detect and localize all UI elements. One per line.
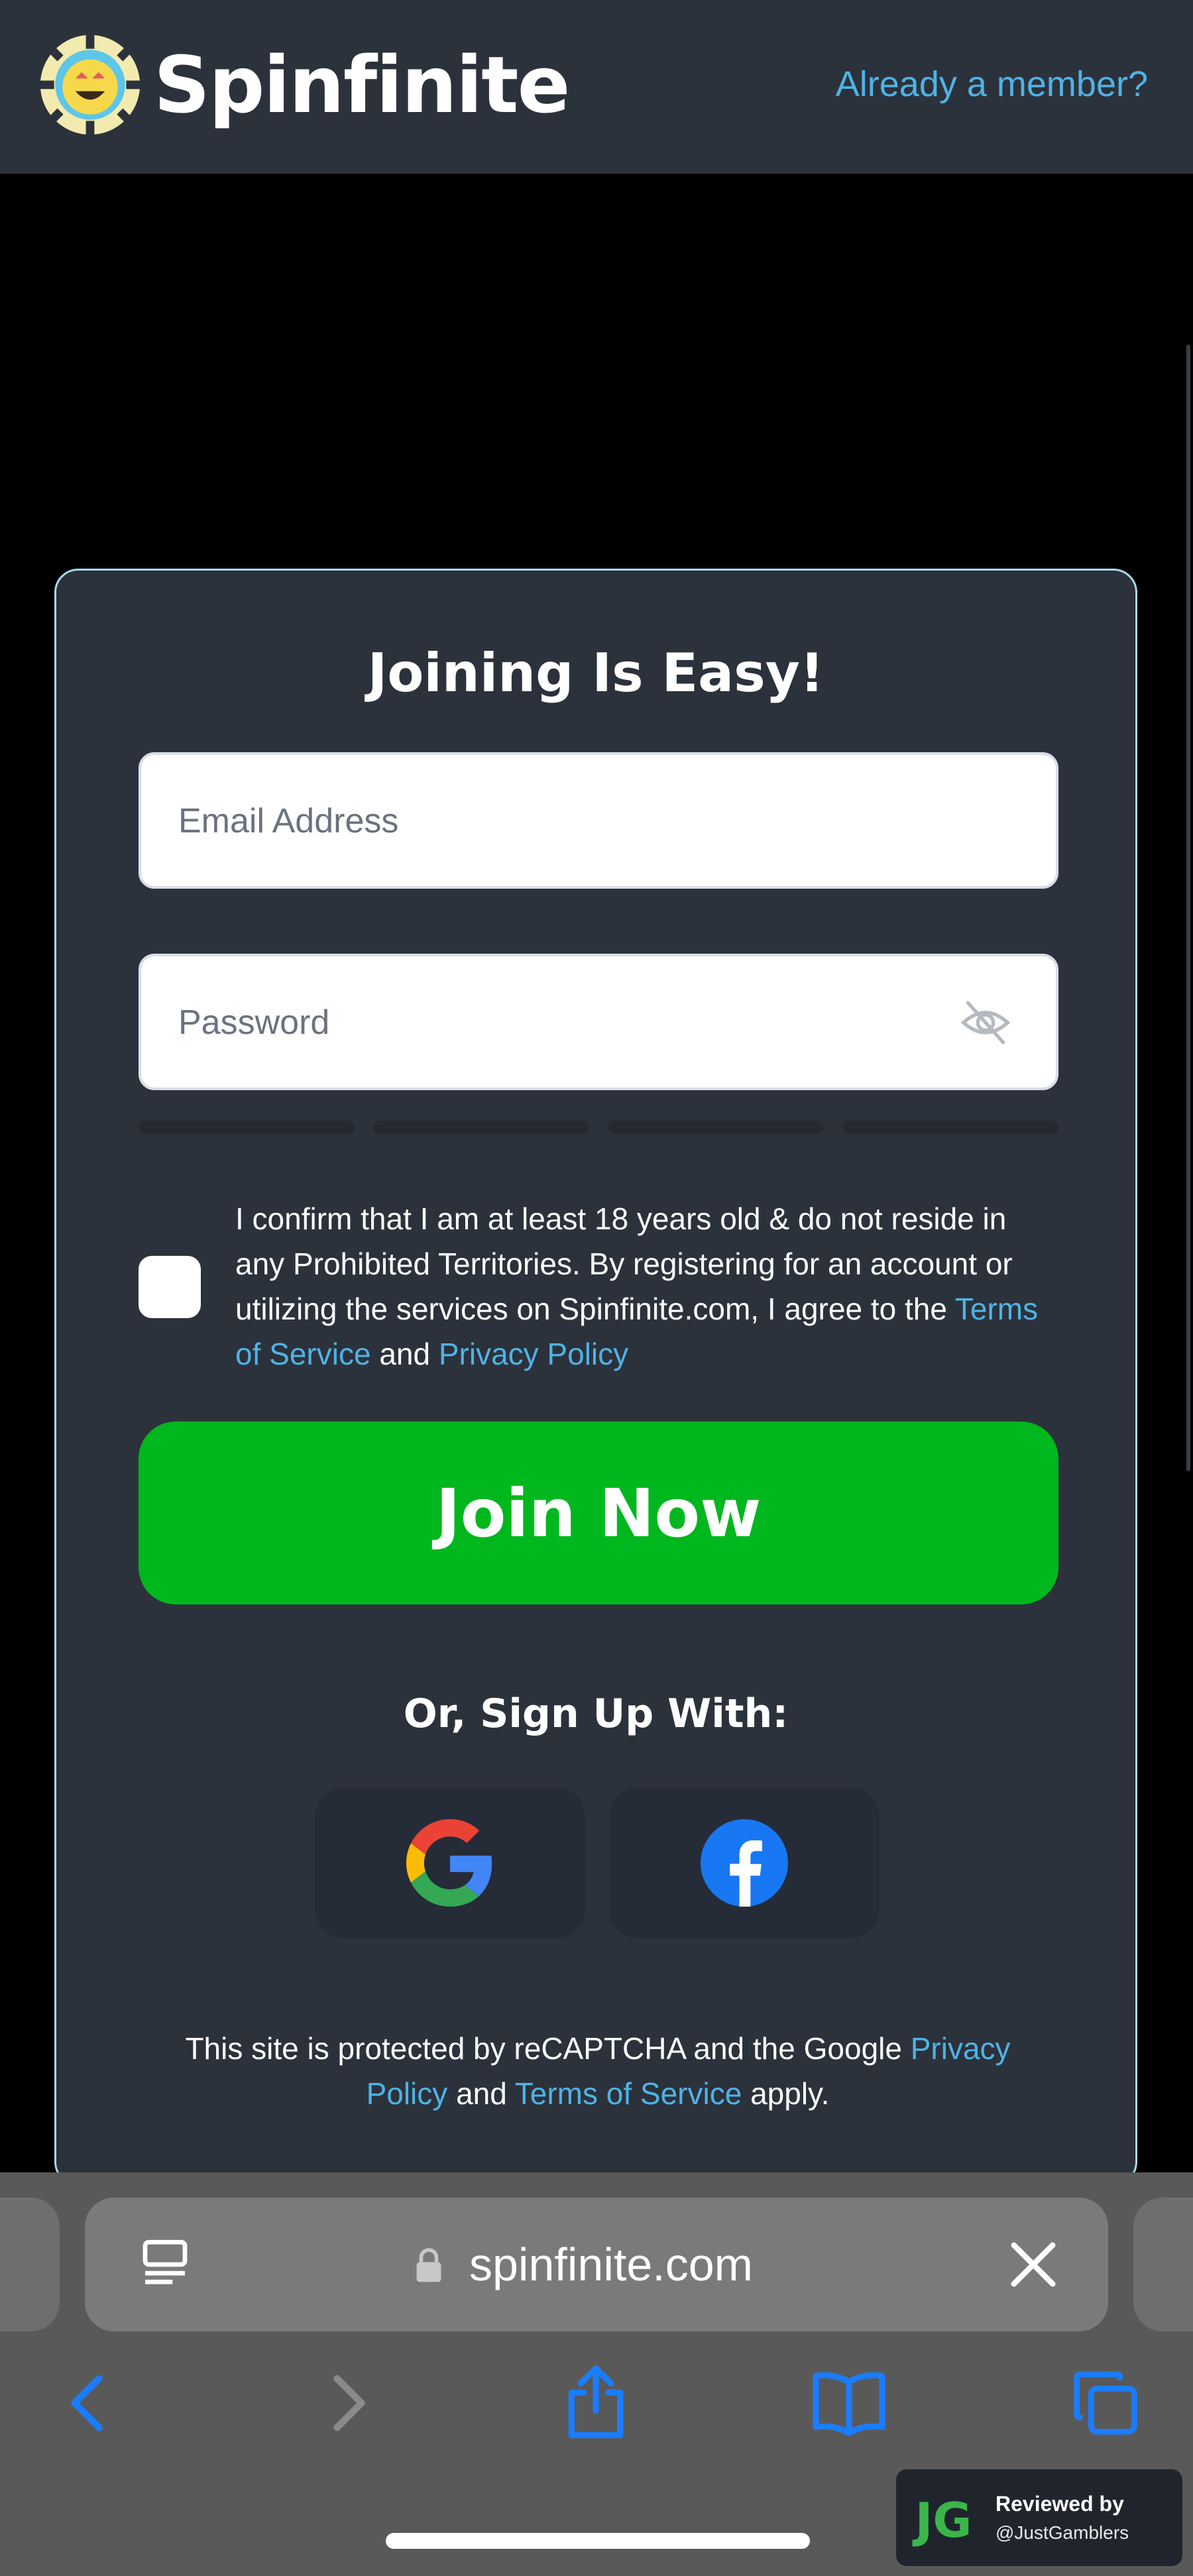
join-now-button[interactable]: Join Now [139,1422,1058,1604]
share-icon[interactable] [559,2362,632,2441]
badge-title: Reviewed by [995,2492,1124,2516]
eye-off-icon[interactable] [958,996,1013,1049]
scroll-thumb[interactable] [1186,345,1190,1471]
facebook-signup-button[interactable] [609,1787,880,1938]
strength-segment [842,1121,1058,1134]
badge-handle: @JustGamblers [995,2522,1129,2543]
email-field[interactable] [139,752,1058,889]
reviewed-by-badge: JG Reviewed by @JustGamblers [896,2469,1182,2566]
close-icon[interactable] [1007,2239,1059,2290]
consent-statement: I confirm that I am at least 18 years ol… [235,1202,1013,1326]
recaptcha-prefix: This site is protected by reCAPTCHA and … [185,2031,902,2066]
or-sign-up-with-label: Or, Sign Up With: [403,1691,789,1737]
tabs-icon[interactable] [1071,2369,1140,2437]
age-confirm-checkbox[interactable] [139,1256,201,1318]
site-header: Spinfinite Already a member? [0,0,1193,174]
justgamblers-logo-icon: JG [912,2492,972,2548]
password-input[interactable] [177,956,942,1089]
brand-logo[interactable]: Spinfinite [37,32,571,138]
bookmarks-icon[interactable] [810,2369,888,2437]
signup-card: Joining Is Easy! I confirm that I am at … [54,569,1137,2186]
email-input[interactable] [177,755,942,887]
brand-name: Spinfinite [154,39,571,131]
forward-chevron-icon[interactable] [325,2371,374,2435]
signup-title: Joining Is Easy! [367,642,824,704]
password-field[interactable] [139,954,1058,1090]
google-terms-link[interactable]: Terms of Service [515,2076,742,2111]
recaptcha-and: and [456,2076,507,2111]
already-member-link[interactable]: Already a member? [836,64,1148,105]
page-scrollbar[interactable] [1186,0,1193,1471]
strength-segment [373,1121,589,1134]
svg-text:JG: JG [912,2492,972,2548]
google-signup-button[interactable] [315,1787,585,1938]
password-strength-meter [139,1121,1058,1134]
reader-mode-icon[interactable] [135,2235,195,2294]
privacy-policy-link[interactable]: Privacy Policy [439,1337,628,1371]
smiley-chip-logo-icon [39,34,141,136]
recaptcha-notice: This site is protected by reCAPTCHA and … [149,2026,1047,2116]
google-icon [406,1819,492,1907]
strength-segment [608,1121,824,1134]
consent-and: and [379,1337,431,1371]
strength-segment [139,1121,355,1134]
back-chevron-icon[interactable] [62,2371,111,2435]
previous-tab-preview[interactable] [0,2198,60,2331]
consent-text: I confirm that I am at least 18 years ol… [235,1196,1064,1376]
recaptcha-suffix: apply. [750,2076,830,2111]
next-tab-preview[interactable] [1133,2198,1193,2331]
lock-icon [416,2248,441,2282]
facebook-icon [701,1819,788,1907]
url-text[interactable]: spinfinite.com [469,2198,753,2331]
address-bar[interactable]: spinfinite.com [85,2198,1108,2331]
home-indicator [386,2533,810,2549]
